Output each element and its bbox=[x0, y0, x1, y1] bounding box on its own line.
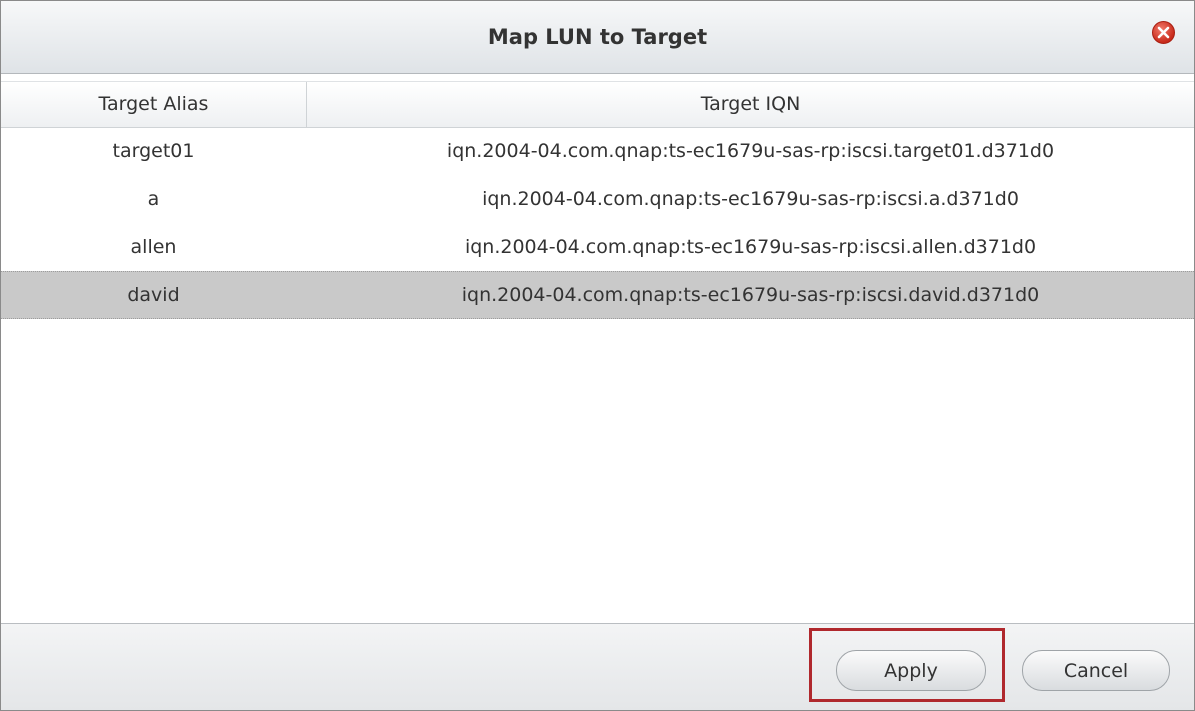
cell-target-iqn: iqn.2004-04.com.qnap:ts-ec1679u-sas-rp:i… bbox=[461, 284, 1040, 306]
cell-target-iqn: iqn.2004-04.com.qnap:ts-ec1679u-sas-rp:i… bbox=[446, 140, 1055, 162]
table-row-selected[interactable]: david iqn.2004-04.com.qnap:ts-ec1679u-sa… bbox=[1, 271, 1194, 319]
table-header: Target Alias Target IQN bbox=[1, 81, 1194, 128]
cell-target-alias: allen bbox=[130, 236, 177, 258]
cancel-button[interactable]: Cancel bbox=[1022, 650, 1170, 691]
table-row[interactable]: target01 iqn.2004-04.com.qnap:ts-ec1679u… bbox=[1, 127, 1194, 175]
map-lun-dialog: Map LUN to Target Target Alias Target IQ… bbox=[0, 0, 1195, 711]
column-header-target-iqn[interactable]: Target IQN bbox=[307, 82, 1194, 127]
close-icon bbox=[1157, 26, 1170, 39]
cell-target-iqn: iqn.2004-04.com.qnap:ts-ec1679u-sas-rp:i… bbox=[464, 236, 1037, 258]
table-row[interactable]: a iqn.2004-04.com.qnap:ts-ec1679u-sas-rp… bbox=[1, 175, 1194, 223]
dialog-title: Map LUN to Target bbox=[487, 25, 708, 49]
dialog-footer: Apply Cancel bbox=[1, 623, 1194, 710]
close-button[interactable] bbox=[1152, 21, 1175, 44]
table-row[interactable]: allen iqn.2004-04.com.qnap:ts-ec1679u-sa… bbox=[1, 223, 1194, 271]
cell-target-iqn: iqn.2004-04.com.qnap:ts-ec1679u-sas-rp:i… bbox=[482, 188, 1019, 210]
apply-button[interactable]: Apply bbox=[836, 650, 986, 691]
column-header-target-alias[interactable]: Target Alias bbox=[1, 82, 307, 127]
target-list: target01 iqn.2004-04.com.qnap:ts-ec1679u… bbox=[1, 127, 1194, 319]
cell-target-alias: david bbox=[127, 284, 180, 306]
dialog-titlebar: Map LUN to Target bbox=[1, 1, 1194, 74]
cell-target-alias: a bbox=[147, 188, 160, 210]
cell-target-alias: target01 bbox=[112, 140, 195, 162]
